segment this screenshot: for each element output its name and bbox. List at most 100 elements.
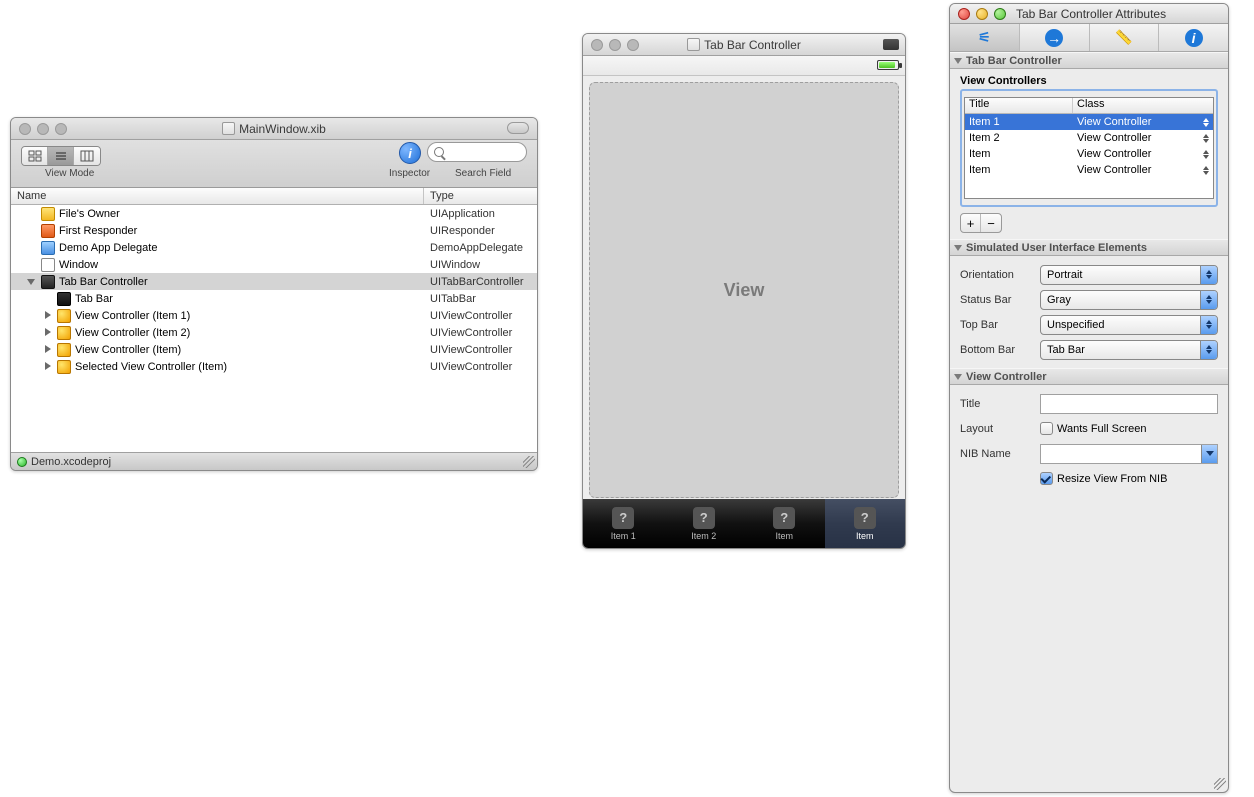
chevron-right-icon[interactable] <box>43 362 52 371</box>
vc-table-header: Title Class <box>965 98 1213 114</box>
section-tabbar-header[interactable]: Tab Bar Controller <box>950 52 1228 69</box>
section-sim-header[interactable]: Simulated User Interface Elements <box>950 239 1228 256</box>
view-mode-list[interactable] <box>48 147 74 165</box>
inspector-label: Inspector <box>389 168 430 179</box>
column-type[interactable]: Type <box>424 188 537 204</box>
drawer-toggle-icon[interactable] <box>883 39 899 50</box>
outline-row[interactable]: WindowUIWindow <box>11 256 537 273</box>
search-input[interactable] <box>427 142 527 162</box>
chevron-down-icon[interactable] <box>27 277 36 286</box>
tabbar-item[interactable]: ?Item <box>825 499 906 548</box>
view-mode-icons[interactable] <box>22 147 48 165</box>
wants-full-screen-check[interactable]: Wants Full Screen <box>1040 422 1218 435</box>
chevron-right-icon[interactable] <box>43 345 52 354</box>
resize-view-check[interactable]: Resize View From NIB <box>1040 472 1218 485</box>
vc-table-row[interactable]: ItemView Controller <box>965 146 1213 162</box>
ruler-icon: 📏 <box>1115 29 1133 47</box>
object-name: View Controller (Item) <box>75 344 181 356</box>
statusbar-popup[interactable]: Gray <box>1040 290 1218 310</box>
section-title: Tab Bar Controller <box>966 55 1062 67</box>
object-icon <box>41 258 55 272</box>
class-stepper-icon[interactable] <box>1201 148 1211 160</box>
bottombar-label: Bottom Bar <box>960 344 1040 356</box>
object-type: UIViewController <box>424 344 512 356</box>
view-controllers-table[interactable]: Title Class Item 1View ControllerItem 2V… <box>964 97 1214 199</box>
battery-icon <box>877 60 899 70</box>
tab-identity[interactable]: i <box>1159 24 1228 51</box>
document-icon <box>687 38 700 51</box>
topbar-label: Top Bar <box>960 319 1040 331</box>
chevron-updown-icon <box>1200 316 1217 334</box>
nib-name-combo[interactable] <box>1040 444 1218 464</box>
section-vc-header[interactable]: View Controller <box>950 368 1228 385</box>
project-name[interactable]: Demo.xcodeproj <box>31 456 111 468</box>
minimize-icon[interactable] <box>976 8 988 20</box>
outline-row[interactable]: View Controller (Item 1)UIViewController <box>11 307 537 324</box>
vc-table-row[interactable]: Item 1View Controller <box>965 114 1213 130</box>
object-type: UITabBar <box>424 293 476 305</box>
column-title[interactable]: Title <box>965 98 1073 113</box>
column-name[interactable]: Name <box>11 188 424 204</box>
titlebar[interactable]: Tab Bar Controller <box>583 34 905 56</box>
topbar-popup[interactable]: Unspecified <box>1040 315 1218 335</box>
outline-row[interactable]: First ResponderUIResponder <box>11 222 537 239</box>
title-field[interactable] <box>1040 394 1218 414</box>
outline-row[interactable]: Demo App DelegateDemoAppDelegate <box>11 239 537 256</box>
search-field-label: Search Field <box>455 168 511 179</box>
outline-window: MainWindow.xib View Mode i Inspector Sea… <box>10 117 538 471</box>
chevron-updown-icon <box>1200 266 1217 284</box>
class-stepper-icon[interactable] <box>1201 116 1211 128</box>
titlebar[interactable]: Tab Bar Controller Attributes <box>950 4 1228 24</box>
list-icon <box>54 150 68 162</box>
resize-grip[interactable] <box>523 456 535 468</box>
chevron-down-icon <box>954 374 962 380</box>
object-name: Tab Bar Controller <box>59 276 148 288</box>
vc-table-row[interactable]: Item 2View Controller <box>965 130 1213 146</box>
check-label: Resize View From NIB <box>1057 473 1167 485</box>
column-class[interactable]: Class <box>1073 98 1213 113</box>
tabbar-item[interactable]: ?Item 2 <box>664 499 745 548</box>
inspector-button[interactable]: i <box>399 142 421 164</box>
bottombar-popup[interactable]: Tab Bar <box>1040 340 1218 360</box>
class-stepper-icon[interactable] <box>1201 164 1211 176</box>
vc-class-cell: View Controller <box>1073 164 1213 176</box>
tabbar-item-label: Item 2 <box>691 531 716 541</box>
outline-row[interactable]: View Controller (Item) UIViewController <box>11 341 537 358</box>
window-title-text: Tab Bar Controller Attributes <box>1016 7 1166 21</box>
view-mode-segmented[interactable] <box>21 146 101 166</box>
grid-icon <box>28 150 42 162</box>
outline-row[interactable]: Tab BarUITabBar <box>11 290 537 307</box>
outline-row[interactable]: File's OwnerUIApplication <box>11 205 537 222</box>
view-canvas[interactable]: View <box>589 82 899 498</box>
window-title-text: Tab Bar Controller <box>704 38 801 52</box>
remove-button[interactable]: − <box>981 214 1001 232</box>
tabbar-item[interactable]: ?Item 1 <box>583 499 664 548</box>
outline-row[interactable]: Selected View Controller (Item)UIViewCon… <box>11 358 537 375</box>
preview-window: Tab Bar Controller View ?Item 1?Item 2?I… <box>582 33 906 549</box>
toolbar-toggle-pill[interactable] <box>507 122 529 134</box>
vc-table-row[interactable]: ItemView Controller <box>965 162 1213 178</box>
close-icon[interactable] <box>958 8 970 20</box>
resize-grip[interactable] <box>1214 778 1226 790</box>
zoom-icon[interactable] <box>994 8 1006 20</box>
statusbar-label: Status Bar <box>960 294 1040 306</box>
outline-body[interactable]: File's OwnerUIApplicationFirst Responder… <box>11 205 537 455</box>
tabbar-item[interactable]: ?Item <box>744 499 825 548</box>
outline-row[interactable]: View Controller (Item 2)UIViewController <box>11 324 537 341</box>
view-mode-columns[interactable] <box>74 147 100 165</box>
tab-size[interactable]: 📏 <box>1090 24 1160 51</box>
titlebar[interactable]: MainWindow.xib <box>11 118 537 140</box>
object-icon <box>41 224 55 238</box>
chevron-right-icon[interactable] <box>43 328 52 337</box>
orientation-popup[interactable]: Portrait <box>1040 265 1218 285</box>
section-title: Simulated User Interface Elements <box>966 242 1147 254</box>
tab-connections[interactable]: → <box>1020 24 1090 51</box>
add-button[interactable]: + <box>961 214 981 232</box>
class-stepper-icon[interactable] <box>1201 132 1211 144</box>
tab-attributes[interactable]: ⚟ <box>950 24 1020 51</box>
object-type: UIViewController <box>424 327 512 339</box>
outline-row[interactable]: Tab Bar ControllerUITabBarController <box>11 273 537 290</box>
vc-title-cell: Item 1 <box>965 116 1073 128</box>
search-icon <box>434 147 444 157</box>
chevron-right-icon[interactable] <box>43 311 52 320</box>
